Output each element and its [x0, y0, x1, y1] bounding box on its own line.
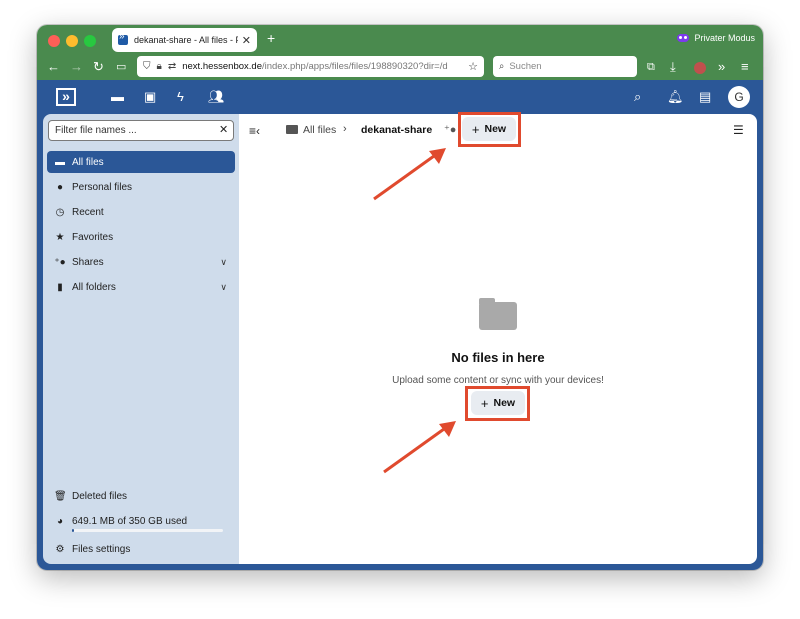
app-content: ✕ ▬ All files ● Personal files ◷ Recent …	[37, 112, 763, 570]
breadcrumb-folder-icon	[286, 125, 298, 134]
nextcloud-favicon-icon	[118, 31, 128, 45]
lock-icon[interactable]: 🔒︎	[157, 61, 162, 72]
contacts-menu-icon[interactable]: ▤	[699, 89, 711, 105]
url-host: next.hessenbox.de	[182, 61, 262, 72]
empty-state-description: Upload some content or sync with your de…	[392, 375, 604, 386]
files-main-view: ≡‹ All files › dekanat-share ⁺● + New ☰ …	[239, 112, 757, 564]
folder-icon: ▬	[55, 156, 65, 168]
sidebar-item-label: Favorites	[72, 231, 114, 243]
sidebar-item-label: Deleted files	[72, 490, 128, 502]
clear-filter-icon[interactable]: ✕	[219, 123, 228, 136]
sidebar-item-files-settings[interactable]: ⚙ Files settings	[47, 538, 235, 560]
navigation-sidebar: ✕ ▬ All files ● Personal files ◷ Recent …	[43, 114, 239, 564]
new-button[interactable]: + New	[462, 117, 516, 141]
private-mask-icon	[677, 34, 690, 42]
sidebar-item-label: All folders	[72, 281, 116, 293]
folders-icon: ▮	[57, 281, 63, 293]
sidebar-item-label: All files	[72, 156, 104, 168]
shield-icon[interactable]: ⛉	[143, 61, 151, 72]
private-mode-label: Privater Modus	[694, 33, 755, 43]
share-icon: ⁺●	[54, 256, 66, 268]
back-arrow-icon[interactable]: ←	[47, 58, 60, 76]
trash-icon: 🗑︎	[54, 490, 67, 502]
private-mode-indicator: Privater Modus	[677, 33, 755, 43]
forward-arrow-icon[interactable]: →	[70, 58, 83, 76]
breadcrumb-current[interactable]: dekanat-share	[361, 124, 432, 136]
new-tab-button[interactable]: +	[267, 30, 275, 46]
profile-icon[interactable]	[694, 61, 706, 79]
person-icon: ●	[56, 181, 64, 193]
quota-progress-fill	[72, 529, 74, 532]
annotation-arrow-bottom	[383, 421, 456, 474]
chevron-down-icon[interactable]: ∨	[220, 257, 227, 268]
quota-text: 649.1 MB of 350 GB used	[72, 515, 188, 527]
permissions-icon[interactable]: ⇄	[168, 61, 176, 72]
filter-file-names-input[interactable]	[48, 120, 234, 141]
search-placeholder: Suchen	[509, 61, 542, 72]
contacts-app-icon[interactable]: 👥︎	[208, 89, 225, 105]
plus-icon: +	[480, 395, 489, 411]
minimize-window-button[interactable]	[66, 35, 78, 47]
empty-state-title: No files in here	[451, 350, 545, 365]
notifications-bell-icon[interactable]: 🔔︎	[667, 89, 684, 105]
pie-chart-icon: ◕	[56, 515, 64, 527]
breadcrumb-chevron-icon: ›	[343, 123, 347, 135]
chevron-down-icon[interactable]: ∨	[220, 282, 227, 293]
new-button-label: New	[484, 123, 507, 135]
sidebar-item-recent[interactable]: ◷ Recent	[47, 201, 235, 223]
history-icon: ◷	[55, 206, 65, 218]
new-button-label: New	[493, 397, 516, 409]
gear-icon: ⚙	[55, 543, 65, 555]
browser-window: dekanat-share - All files - Files ✕ + Pr…	[37, 25, 763, 570]
browser-toolbar: ← → ↻ ▭ ⛉ 🔒︎ ⇄ next.hessenbox.de /index.…	[37, 54, 763, 80]
breadcrumb-all-files[interactable]: All files	[303, 124, 336, 136]
reload-icon[interactable]: ↻	[93, 58, 104, 76]
close-window-button[interactable]	[48, 35, 60, 47]
bookmark-star-icon[interactable]: ☆	[468, 60, 478, 73]
user-avatar[interactable]: G	[728, 86, 750, 108]
tab-close-icon[interactable]: ✕	[242, 34, 251, 47]
reader-view-icon[interactable]: ▭	[116, 58, 126, 76]
sidebar-item-all-files[interactable]: ▬ All files	[47, 151, 235, 173]
list-view-icon[interactable]: ☰	[733, 123, 744, 137]
quota-progress-bar	[72, 529, 223, 532]
sidebar-item-label: Shares	[72, 256, 104, 268]
search-icon: ⌕	[499, 61, 505, 72]
share-folder-icon[interactable]: ⁺●	[444, 123, 456, 136]
photos-app-icon[interactable]: ▣	[144, 89, 156, 105]
star-icon: ★	[55, 231, 65, 243]
address-bar[interactable]: ⛉ 🔒︎ ⇄ next.hessenbox.de /index.php/apps…	[137, 56, 484, 77]
hessenbox-logo[interactable]: »	[56, 88, 76, 106]
maximize-window-button[interactable]	[84, 35, 96, 47]
url-path: /index.php/apps/files/files/198890320?di…	[261, 61, 448, 72]
tab-title: dekanat-share - All files - Files	[134, 35, 238, 45]
sidebar-item-shares[interactable]: ⁺● Shares ∨	[47, 251, 235, 273]
overflow-chevrons-icon[interactable]: »	[718, 58, 725, 76]
sidebar-item-favorites[interactable]: ★ Favorites	[47, 226, 235, 248]
activity-app-icon[interactable]: ϟ	[177, 89, 184, 104]
plus-icon: +	[471, 121, 480, 137]
sidebar-item-personal-files[interactable]: ● Personal files	[47, 176, 235, 198]
sidebar-item-label: Files settings	[72, 543, 131, 555]
files-app-icon[interactable]: ▬	[111, 89, 124, 104]
new-button-empty-state[interactable]: + New	[471, 391, 525, 415]
sidebar-item-label: Recent	[72, 206, 104, 218]
sidebar-item-deleted-files[interactable]: 🗑︎ Deleted files	[47, 485, 235, 507]
downloads-icon[interactable]: ⤓	[670, 58, 676, 76]
annotation-arrow-top	[373, 148, 446, 201]
extensions-icon[interactable]: ⧉	[647, 58, 655, 76]
browser-tab[interactable]: dekanat-share - All files - Files ✕	[112, 28, 257, 52]
search-bar[interactable]: ⌕ Suchen	[493, 56, 637, 77]
sidebar-item-all-folders[interactable]: ▮ All folders ∨	[47, 276, 235, 298]
sidebar-item-label: Personal files	[72, 181, 133, 193]
unified-search-icon[interactable]: ⌕	[634, 89, 641, 105]
hamburger-menu-icon[interactable]: ≡	[741, 58, 749, 76]
empty-folder-icon	[479, 298, 517, 330]
app-header: » ▬ ▣ ϟ 👥︎ ⌕ 🔔︎ ▤ G	[37, 80, 763, 114]
browser-titlebar: dekanat-share - All files - Files ✕ + Pr…	[37, 25, 763, 54]
toggle-sidebar-icon[interactable]: ≡‹	[249, 124, 260, 138]
